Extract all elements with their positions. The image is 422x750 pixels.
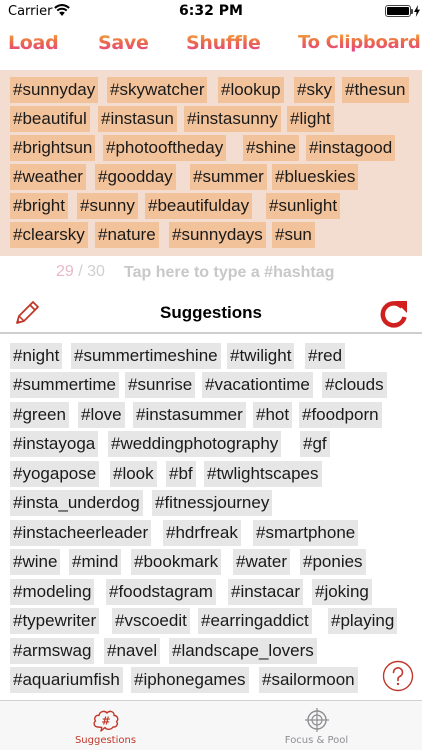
suggestion-tag[interactable]: #hot bbox=[253, 402, 293, 428]
suggestion-tag[interactable]: #instacheerleader bbox=[10, 520, 152, 546]
selected-tag[interactable]: #bright bbox=[10, 193, 68, 219]
suggestions-title: Suggestions bbox=[159, 303, 262, 322]
suggestion-tag[interactable]: #clouds bbox=[322, 372, 387, 398]
tab-suggestions-label: Suggestions bbox=[74, 735, 137, 746]
shuffle-button[interactable]: Shuffle bbox=[186, 32, 261, 54]
suggestion-tag[interactable]: #ponies bbox=[300, 549, 366, 575]
crosshair-icon bbox=[305, 708, 329, 732]
suggestion-tag[interactable]: #sailormoon bbox=[259, 667, 358, 693]
suggestion-tag[interactable]: #playing bbox=[328, 608, 398, 634]
suggestion-tag[interactable]: #green bbox=[10, 402, 69, 428]
tab-bar: # Suggestions Focus & Pool bbox=[0, 700, 422, 750]
suggestion-tag[interactable]: #joking bbox=[312, 579, 372, 605]
selected-tag[interactable]: #lookup bbox=[218, 77, 284, 103]
tab-focus-pool[interactable]: Focus & Pool bbox=[211, 701, 422, 750]
suggestion-tag[interactable]: #yogapose bbox=[10, 461, 100, 487]
selected-tag[interactable]: #goodday bbox=[95, 164, 176, 190]
suggestion-tag[interactable]: #fitnessjourney bbox=[152, 490, 273, 516]
selected-tag[interactable]: #skywatcher bbox=[107, 77, 208, 103]
selected-tag[interactable]: #sunny bbox=[77, 193, 138, 219]
suggestion-tag[interactable]: #instayoga bbox=[10, 431, 99, 457]
tag-count: 29 bbox=[56, 263, 74, 280]
selected-tag[interactable]: #photooftheday bbox=[103, 135, 227, 161]
suggestion-tag[interactable]: #night bbox=[10, 343, 63, 369]
hashtag-input-row: 29 / 30 bbox=[0, 262, 422, 284]
suggestion-tag[interactable]: #gf bbox=[300, 431, 330, 457]
load-button[interactable]: Load bbox=[8, 32, 59, 54]
suggestion-tag[interactable]: #twlightscapes bbox=[204, 461, 322, 487]
selected-tag[interactable]: #instasun bbox=[98, 106, 177, 132]
clock: 6:32 PM bbox=[179, 3, 243, 19]
selected-tag[interactable]: #light bbox=[287, 106, 334, 132]
suggestion-tag[interactable]: #look bbox=[110, 461, 157, 487]
suggestion-tag[interactable]: #love bbox=[78, 402, 125, 428]
suggestion-tag[interactable]: #bf bbox=[166, 461, 196, 487]
to-clipboard-button[interactable]: To Clipboard bbox=[298, 32, 421, 53]
suggestion-tag[interactable]: #mind bbox=[69, 549, 122, 575]
suggestion-tag[interactable]: #typewriter bbox=[10, 608, 100, 634]
suggestion-tag[interactable]: #armswag bbox=[10, 638, 95, 664]
selected-tag[interactable]: #sunnyday bbox=[10, 77, 99, 103]
save-button[interactable]: Save bbox=[98, 32, 149, 54]
selected-tag[interactable]: #shine bbox=[243, 135, 300, 161]
charging-bolt-icon bbox=[414, 5, 420, 17]
selected-tag[interactable]: #beautifulday bbox=[145, 193, 253, 219]
tab-suggestions[interactable]: # Suggestions bbox=[0, 701, 211, 750]
suggestion-tag[interactable]: #navel bbox=[104, 638, 161, 664]
selected-tag[interactable]: #summer bbox=[190, 164, 267, 190]
tag-counter: 29 / 30 bbox=[56, 263, 105, 281]
suggestion-tag[interactable]: #weddingphotography bbox=[108, 431, 282, 457]
selected-tag[interactable]: #sun bbox=[272, 222, 315, 248]
battery-cap bbox=[411, 9, 413, 14]
suggestion-tag[interactable]: #vscoedit bbox=[112, 608, 190, 634]
suggestion-tag[interactable]: #summertimeshine bbox=[71, 343, 221, 369]
battery-icon bbox=[385, 5, 411, 17]
suggestion-tag[interactable]: #summertime bbox=[10, 372, 119, 398]
selected-tag[interactable]: #clearsky bbox=[10, 222, 88, 248]
refresh-icon[interactable] bbox=[377, 298, 410, 331]
selected-tag[interactable]: #blueskies bbox=[272, 164, 359, 190]
suggestion-tag[interactable]: #landscape_lovers bbox=[169, 638, 317, 664]
counter-separator: / bbox=[73, 263, 88, 280]
selected-tags-area: #sunnyday #skywatcher #lookup #sky #thes… bbox=[0, 70, 422, 256]
tag-max: 30 bbox=[87, 263, 105, 280]
selected-tag[interactable]: #instagood bbox=[306, 135, 396, 161]
status-bar: Carrier 6:32 PM bbox=[0, 0, 422, 24]
suggestion-tag[interactable]: #iphonegames bbox=[131, 667, 249, 693]
selected-tag[interactable]: #weather bbox=[10, 164, 86, 190]
svg-text:#: # bbox=[101, 715, 110, 728]
suggestions-header: Suggestions bbox=[0, 294, 422, 334]
suggestion-tag[interactable]: #instacar bbox=[228, 579, 303, 605]
suggestion-tag[interactable]: #vacationtime bbox=[202, 372, 313, 398]
suggestion-tag[interactable]: #modeling bbox=[10, 579, 95, 605]
suggestion-tag[interactable]: #insta_underdog bbox=[10, 490, 143, 516]
selected-tag[interactable]: #sky bbox=[294, 77, 335, 103]
suggestion-tag[interactable]: #red bbox=[305, 343, 346, 369]
suggestion-tag[interactable]: #bookmark bbox=[131, 549, 222, 575]
help-icon[interactable] bbox=[382, 660, 414, 692]
suggestion-tag[interactable]: #water bbox=[233, 549, 291, 575]
suggestion-tag[interactable]: #twilight bbox=[227, 343, 295, 369]
selected-tag[interactable]: #instasunny bbox=[184, 106, 281, 132]
hashtag-input[interactable] bbox=[124, 262, 394, 284]
suggestion-tag[interactable]: #smartphone bbox=[253, 520, 359, 546]
selected-tag[interactable]: #nature bbox=[95, 222, 159, 248]
suggestion-tag[interactable]: #hdrfreak bbox=[163, 520, 241, 546]
toolbar: Load Save Shuffle To Clipboard bbox=[0, 28, 422, 62]
suggestion-tag[interactable]: #earringaddict bbox=[198, 608, 312, 634]
tab-focus-pool-label: Focus & Pool bbox=[284, 735, 349, 746]
selected-tag[interactable]: #beautiful bbox=[10, 106, 90, 132]
suggestion-tag[interactable]: #wine bbox=[10, 549, 61, 575]
suggestion-tag[interactable]: #foodstagram bbox=[106, 579, 216, 605]
suggestion-tag[interactable]: #sunrise bbox=[125, 372, 196, 398]
hashtag-cloud-icon: # bbox=[93, 710, 119, 732]
selected-tag[interactable]: #sunnydays bbox=[169, 222, 266, 248]
suggestion-tag[interactable]: #aquariumfish bbox=[10, 667, 123, 693]
battery-level bbox=[387, 7, 409, 15]
selected-tag[interactable]: #thesun bbox=[342, 77, 409, 103]
selected-tag[interactable]: #sunlight bbox=[266, 193, 341, 219]
suggestion-tag[interactable]: #instasummer bbox=[133, 402, 246, 428]
selected-tag[interactable]: #brightsun bbox=[10, 135, 96, 161]
suggestion-tag[interactable]: #foodporn bbox=[299, 402, 382, 428]
